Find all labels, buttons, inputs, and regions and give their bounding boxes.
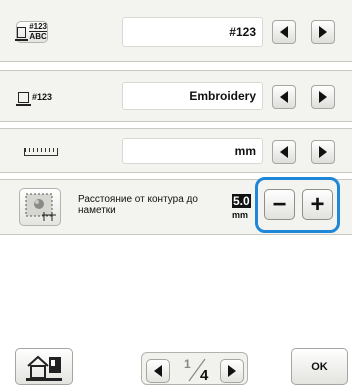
frame-number-icon: #123 [16, 85, 56, 109]
prev-page-button[interactable] [146, 359, 170, 383]
setting-row-frame-number-abc: #123 ABC #123 [0, 0, 352, 62]
setting-row-frame-number: #123 Embroidery [0, 70, 352, 122]
frame-number-abc-value: #123 [122, 17, 263, 47]
row3-next-button[interactable] [311, 140, 335, 164]
right-arrow-icon [319, 26, 327, 38]
next-page-button[interactable] [220, 359, 244, 383]
basting-distance-label: Расстояние от контура до наметки [78, 194, 198, 216]
frame-number-value: Embroidery [122, 82, 263, 110]
page-navigator: 1 4 [141, 352, 248, 385]
plus-button[interactable]: + [302, 189, 333, 220]
basting-distance-icon [19, 188, 61, 226]
left-arrow-icon [154, 365, 162, 377]
frame-number-abc-icon: #123 ABC [14, 21, 48, 43]
row1-prev-button[interactable] [272, 20, 296, 44]
basting-distance-value: 5.0 mm [232, 194, 251, 220]
left-arrow-icon [280, 91, 288, 103]
home-button[interactable] [15, 348, 73, 385]
home-machine-icon [26, 355, 62, 381]
row3-prev-button[interactable] [272, 140, 296, 164]
right-arrow-icon [319, 146, 327, 158]
setting-row-units: mm [0, 128, 352, 173]
right-arrow-icon [319, 91, 327, 103]
ruler-icon [24, 148, 58, 156]
row1-next-button[interactable] [311, 20, 335, 44]
row2-prev-button[interactable] [272, 85, 296, 109]
ok-button[interactable]: OK [291, 348, 348, 385]
left-arrow-icon [280, 146, 288, 158]
total-pages: 4 [200, 367, 209, 384]
right-arrow-icon [228, 365, 236, 377]
row2-next-button[interactable] [311, 85, 335, 109]
left-arrow-icon [280, 26, 288, 38]
units-value: mm [122, 138, 263, 164]
minus-button[interactable]: − [264, 189, 295, 220]
